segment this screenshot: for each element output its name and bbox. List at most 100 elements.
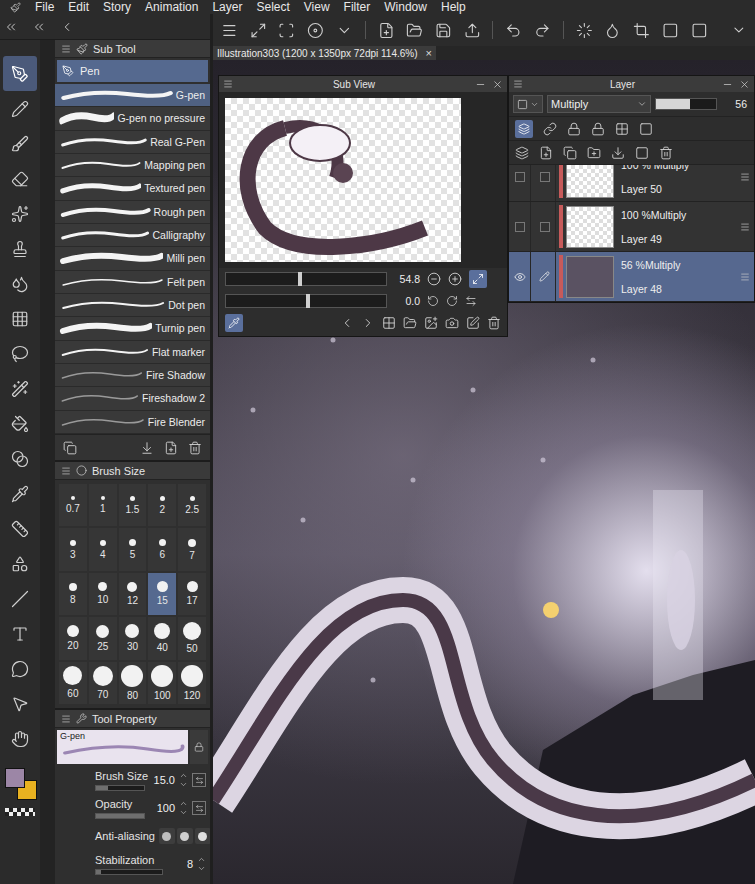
tool-button[interactable] — [3, 651, 37, 686]
brush-row[interactable]: Flat marker — [55, 341, 210, 364]
size-cell[interactable]: 7 — [178, 528, 206, 570]
rotation-slider[interactable] — [225, 294, 387, 308]
visibility-toggle[interactable] — [509, 164, 531, 201]
layer-type-select[interactable] — [513, 95, 543, 113]
size-cell[interactable]: 8 — [59, 573, 87, 615]
size-cell[interactable]: 70 — [89, 662, 117, 704]
tool-button[interactable] — [3, 231, 37, 266]
zoom-slider[interactable] — [225, 272, 387, 286]
layer-row[interactable]: 100 % MultiplyLayer 50 — [509, 164, 754, 202]
tool-button[interactable] — [3, 406, 37, 441]
menu-item[interactable]: View — [304, 0, 330, 14]
brush-row[interactable]: Felt pen — [55, 271, 210, 294]
size-cell[interactable]: 3 — [59, 528, 87, 570]
size-cell[interactable]: 6 — [148, 528, 176, 570]
fit-button[interactable] — [469, 270, 487, 288]
menu-item[interactable]: Layer — [212, 0, 242, 14]
tool-button[interactable] — [3, 126, 37, 161]
spinner[interactable] — [179, 799, 188, 817]
anti-aliasing-option[interactable] — [195, 828, 210, 844]
brush-row[interactable]: G-pen no pressure — [55, 107, 210, 130]
tool-button[interactable] — [3, 721, 37, 756]
blend-mode-select[interactable]: Multiply — [547, 95, 651, 113]
size-cell[interactable]: 25 — [89, 617, 117, 659]
edit-toggle[interactable] — [534, 202, 556, 251]
size-cell[interactable]: 20 — [59, 617, 87, 659]
size-cell[interactable]: 1 — [89, 484, 117, 526]
size-cell[interactable]: 10 — [89, 573, 117, 615]
brush-row[interactable]: Textured pen — [55, 177, 210, 200]
size-cell[interactable]: 5 — [119, 528, 147, 570]
size-cell[interactable]: 100 — [148, 662, 176, 704]
size-cell[interactable]: 15 — [148, 573, 176, 615]
pressure-button[interactable] — [192, 801, 206, 815]
tool-button[interactable] — [3, 56, 37, 91]
window-title-bar[interactable]: Layer — [509, 76, 754, 92]
size-cell[interactable]: 12 — [119, 573, 147, 615]
size-cell[interactable]: 4 — [89, 528, 117, 570]
main-color[interactable] — [5, 768, 25, 788]
tool-button[interactable] — [3, 581, 37, 616]
menu-item[interactable]: Window — [384, 0, 427, 14]
window-title-bar[interactable]: Sub View — [219, 76, 507, 92]
size-cell[interactable]: 120 — [178, 662, 206, 704]
brush-row[interactable]: Rough pen — [55, 201, 210, 224]
brush-row[interactable]: Fire Blender — [55, 411, 210, 434]
menu-item[interactable]: Select — [256, 0, 289, 14]
layer-row[interactable]: 56 %MultiplyLayer 48 — [509, 252, 754, 302]
tool-button[interactable] — [3, 336, 37, 371]
brush-row[interactable]: Fireshadow 2 — [55, 387, 210, 410]
eyedropper-button[interactable] — [225, 314, 243, 332]
size-cell[interactable]: 80 — [119, 662, 147, 704]
tool-button[interactable] — [3, 546, 37, 581]
tool-button[interactable] — [3, 301, 37, 336]
edit-toggle[interactable] — [534, 164, 556, 201]
size-cell[interactable]: 60 — [59, 662, 87, 704]
close-tab-button[interactable]: × — [426, 47, 432, 59]
group-tab[interactable]: Pen — [57, 60, 208, 82]
brush-row[interactable]: Turnip pen — [55, 317, 210, 340]
size-cell[interactable]: 0.7 — [59, 484, 87, 526]
anti-aliasing-option[interactable] — [159, 828, 175, 844]
menu-item[interactable]: Filter — [344, 0, 371, 14]
size-cell[interactable]: 1.5 — [119, 484, 147, 526]
brush-row[interactable]: Fire Shadow — [55, 364, 210, 387]
menu-item[interactable]: File — [35, 0, 54, 14]
tool-button[interactable] — [3, 91, 37, 126]
brush-row[interactable]: Dot pen — [55, 294, 210, 317]
canvas-area[interactable]: Sub View54.80.0LayerMultiply56100 % Mult… — [213, 60, 755, 884]
menu-item[interactable]: Help — [441, 0, 466, 14]
size-cell[interactable]: 40 — [148, 617, 176, 659]
menu-item[interactable]: Story — [103, 0, 131, 14]
size-cell[interactable]: 17 — [178, 573, 206, 615]
tool-button[interactable] — [3, 161, 37, 196]
tool-button[interactable] — [3, 616, 37, 651]
layer-row[interactable]: 100 %MultiplyLayer 49 — [509, 202, 754, 252]
brush-row[interactable]: G-pen — [55, 84, 210, 107]
size-cell[interactable]: 2 — [148, 484, 176, 526]
tool-button[interactable] — [3, 371, 37, 406]
menu-item[interactable]: Edit — [68, 0, 89, 14]
brush-row[interactable]: Milli pen — [55, 247, 210, 270]
visibility-toggle[interactable] — [509, 252, 531, 301]
tool-button[interactable] — [3, 266, 37, 301]
brush-row[interactable]: Calligraphy — [55, 224, 210, 247]
pressure-button[interactable] — [192, 773, 206, 787]
transparent-color[interactable] — [5, 808, 35, 816]
visibility-toggle[interactable] — [509, 202, 531, 251]
tool-button[interactable] — [3, 476, 37, 511]
sub-view-image[interactable] — [225, 98, 461, 262]
property-slider[interactable] — [95, 785, 145, 791]
tool-button[interactable] — [3, 441, 37, 476]
size-cell[interactable]: 2.5 — [178, 484, 206, 526]
tool-button[interactable] — [3, 686, 37, 721]
opacity-slider[interactable] — [655, 98, 717, 110]
property-slider[interactable] — [95, 813, 145, 819]
tool-button[interactable] — [3, 196, 37, 231]
edit-toggle[interactable] — [534, 252, 556, 301]
spinner[interactable] — [197, 855, 206, 873]
size-cell[interactable]: 30 — [119, 617, 147, 659]
brush-row[interactable]: Real G-Pen — [55, 131, 210, 154]
size-cell[interactable]: 50 — [178, 617, 206, 659]
brush-row[interactable]: Mapping pen — [55, 154, 210, 177]
